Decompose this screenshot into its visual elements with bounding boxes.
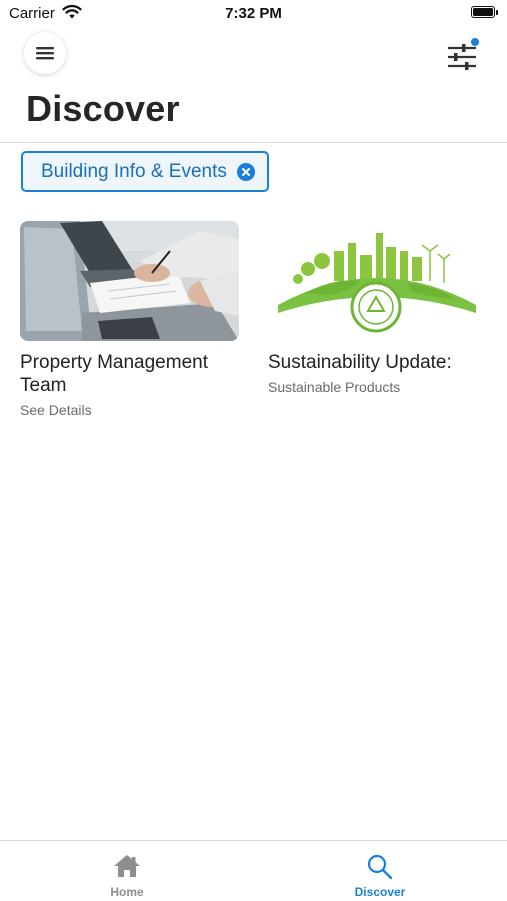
tab-home[interactable]: Home	[47, 841, 207, 901]
card-title: Property Management Team	[20, 352, 208, 396]
filter-chip-label: Building Info & Events	[41, 160, 227, 182]
home-icon	[114, 855, 140, 877]
status-bar: Carrier 7:32 PM	[0, 0, 507, 30]
card-title: Sustainability Update:	[268, 352, 452, 373]
menu-button[interactable]	[24, 32, 66, 74]
battery-icon	[471, 6, 499, 20]
content-card[interactable]: Property Management Team See Details	[20, 221, 242, 418]
card-subtitle: See Details	[20, 402, 92, 418]
sliders-icon	[448, 44, 476, 70]
filter-chip-building-info[interactable]: Building Info & Events	[21, 151, 269, 192]
page-title: Discover	[26, 88, 180, 129]
filter-active-badge	[471, 38, 479, 46]
content-card[interactable]: Sustainability Update: Sustainable Produ…	[268, 221, 490, 395]
office-meeting-photo	[20, 221, 239, 341]
tab-discover[interactable]: Discover	[300, 841, 460, 901]
card-subtitle: Sustainable Products	[268, 379, 401, 395]
tab-bar: Home Discover	[0, 840, 507, 901]
tab-home-label: Home	[110, 885, 144, 899]
hamburger-icon	[36, 47, 54, 60]
close-circle-icon[interactable]	[236, 162, 255, 181]
tab-discover-label: Discover	[354, 885, 406, 899]
search-icon	[367, 854, 393, 880]
clock: 7:32 PM	[225, 5, 282, 22]
green-earth-city-illustration	[268, 221, 487, 341]
header-divider	[0, 142, 507, 143]
